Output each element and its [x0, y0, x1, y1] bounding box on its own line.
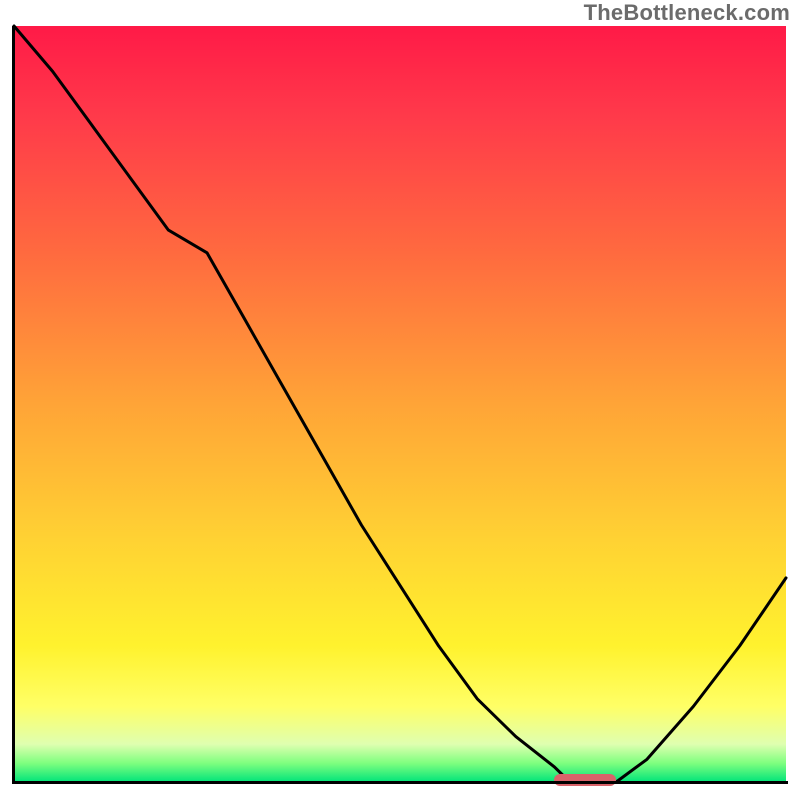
curve-path: [14, 26, 786, 782]
optimal-marker: [554, 774, 616, 786]
bottleneck-curve: [14, 26, 786, 782]
plot-area: [14, 26, 786, 782]
y-axis: [12, 26, 15, 782]
bottleneck-chart: TheBottleneck.com: [0, 0, 800, 800]
watermark-text: TheBottleneck.com: [584, 0, 790, 26]
x-axis: [12, 781, 788, 784]
